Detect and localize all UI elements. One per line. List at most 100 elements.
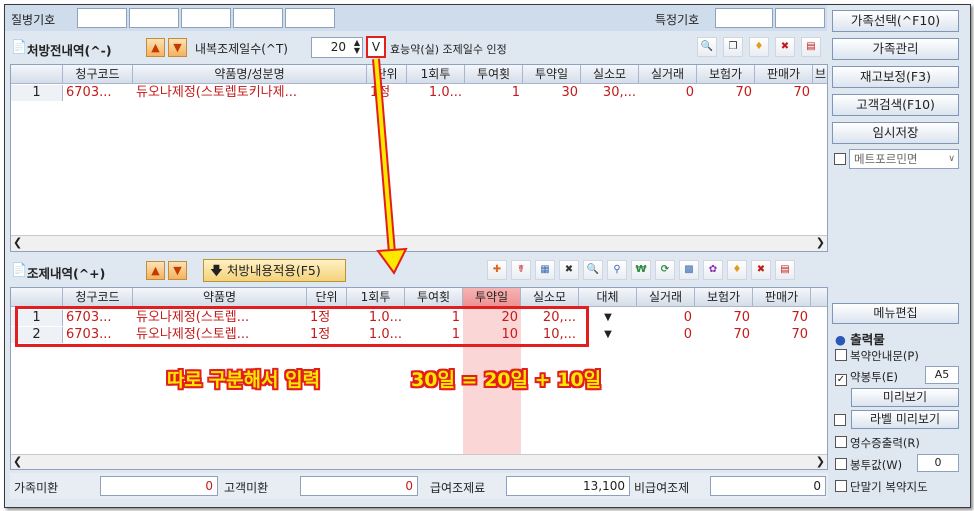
temp-save-button[interactable]: 임시저장 xyxy=(832,122,959,144)
move-down-button[interactable]: ▼ xyxy=(168,261,187,280)
disease-code-input-4[interactable] xyxy=(233,8,283,28)
envelope-fee-label: 봉투값(W) xyxy=(850,458,903,472)
pill-icon[interactable]: ✿ xyxy=(703,260,723,280)
col-header[interactable]: 보험가 xyxy=(697,65,755,84)
row-number-header xyxy=(11,288,63,307)
col-header[interactable]: 실소모 xyxy=(521,288,579,307)
cut-icon[interactable]: ✖ xyxy=(559,260,579,280)
stock-adjust-button[interactable]: 재고보정(F3) xyxy=(832,66,959,88)
search-drug-icon[interactable]: 🔍 xyxy=(697,37,717,57)
envelope-size-select[interactable]: A5 xyxy=(925,366,959,384)
disease-code-input-3[interactable] xyxy=(181,8,231,28)
chevron-down-icon: ∨ xyxy=(948,154,955,164)
menu-edit-button[interactable]: 메뉴편집 xyxy=(832,303,959,324)
preview-button[interactable]: 미리보기 xyxy=(851,388,959,407)
metformin-select[interactable]: 메트포르민면 ∨ xyxy=(849,149,959,169)
search-icon[interactable]: 🔍 xyxy=(583,260,603,280)
envelope-fee-input[interactable]: 0 xyxy=(917,454,959,472)
insurance-price: 70 xyxy=(733,327,750,342)
drug-info-icon[interactable]: ☤ xyxy=(511,260,531,280)
special-code-input-2[interactable] xyxy=(775,8,825,28)
print-guide-label: 복약안내문(P) xyxy=(850,349,919,363)
arrow-up-icon: ▲ xyxy=(151,264,160,277)
col-header[interactable]: 1회투 xyxy=(347,288,405,307)
metformin-checkbox[interactable] xyxy=(834,153,846,165)
scroll-left-icon[interactable]: ❮ xyxy=(13,236,22,249)
col-header-days[interactable]: 투약일 xyxy=(463,288,521,307)
col-header[interactable]: 1회투 xyxy=(407,65,465,84)
arrow-down-icon: 🡇 xyxy=(210,263,223,278)
family-manage-button[interactable]: 가족관리 xyxy=(832,38,959,60)
insurance-price: 70 xyxy=(733,310,750,325)
col-header[interactable]: 브 xyxy=(813,65,827,84)
delete-all-icon[interactable]: ▤ xyxy=(801,37,821,57)
checkbox[interactable] xyxy=(835,458,847,470)
col-header[interactable]: 판매가 xyxy=(753,288,811,307)
col-header[interactable]: 실거래 xyxy=(639,65,697,84)
checkbox[interactable] xyxy=(835,480,847,492)
terminal-guide-row[interactable]: 단말기 복약지도 xyxy=(835,479,928,495)
refresh-icon[interactable]: ⟳ xyxy=(655,260,675,280)
col-header[interactable]: 약품명/성분명 xyxy=(133,65,367,84)
print-guide-row[interactable]: 복약안내문(P) xyxy=(835,348,919,364)
checkbox[interactable] xyxy=(835,349,847,361)
col-header[interactable]: 투여횟 xyxy=(465,65,523,84)
search-drug-icon[interactable]: ⚲ xyxy=(607,260,627,280)
label-preview-checkbox[interactable] xyxy=(834,414,846,426)
move-up-button[interactable]: ▲ xyxy=(146,38,165,57)
copy-icon[interactable]: ❐ xyxy=(723,37,743,57)
eraser-icon[interactable]: ♦ xyxy=(749,37,769,57)
disease-code-input-5[interactable] xyxy=(285,8,335,28)
scroll-right-icon[interactable]: ❯ xyxy=(816,455,825,468)
apply-prescription-button[interactable]: 🡇 처방내용적용(F5) xyxy=(203,259,346,282)
customer-search-button[interactable]: 고객검색(F10) xyxy=(832,94,959,116)
terminal-guide-label: 단말기 복약지도 xyxy=(850,480,928,494)
checkbox-checked[interactable]: ✓ xyxy=(835,374,847,386)
col-header[interactable]: 단위 xyxy=(307,288,347,307)
receipt-print-row[interactable]: 영수증출력(R) xyxy=(835,435,920,451)
dispense-toolbar: ✚ ☤ ▦ ✖ 🔍 ⚲ ₩ ⟳ ▩ ✿ ♦ ✖ ▤ xyxy=(487,260,827,282)
col-header[interactable]: 실소모 xyxy=(581,65,639,84)
col-header[interactable]: 실거래 xyxy=(637,288,695,307)
eraser-icon[interactable]: ♦ xyxy=(727,260,747,280)
envelope-fee-row[interactable]: 봉투값(W) xyxy=(835,457,902,473)
table-row[interactable]: 1 6703... 듀오나제정(스토렙토키나제... 1정 1.0... 1 3… xyxy=(11,85,827,102)
internal-days-stepper[interactable]: 20 ▲ ▼ xyxy=(311,37,363,58)
special-code-input-1[interactable] xyxy=(715,8,773,28)
col-header[interactable]: 투약일 xyxy=(523,65,581,84)
print-icon[interactable]: ▩ xyxy=(679,260,699,280)
sale-price: 70 xyxy=(793,85,810,100)
col-header[interactable]: 보험가 xyxy=(695,288,753,307)
delete-all-icon[interactable]: ▤ xyxy=(775,260,795,280)
scroll-right-icon[interactable]: ❯ xyxy=(816,236,825,249)
envelope-row[interactable]: ✓ 약봉투(E) xyxy=(835,369,898,386)
drug-name: 듀오나제정(스토렙토키나제... xyxy=(136,85,297,100)
add-dur-icon[interactable]: ✚ xyxy=(487,260,507,280)
dose: 1.0... xyxy=(428,85,462,100)
scroll-left-icon[interactable]: ❮ xyxy=(13,455,22,468)
col-header[interactable]: 청구코드 xyxy=(63,288,133,307)
horizontal-scrollbar[interactable]: ❮ ❯ xyxy=(11,235,827,251)
delete-icon[interactable]: ✖ xyxy=(751,260,771,280)
move-up-button[interactable]: ▲ xyxy=(146,261,165,280)
delete-icon[interactable]: ✖ xyxy=(775,37,795,57)
pharmacy-window: 질병기호 특정기호 📄 처방전내역(^-) ▲ ▼ 내복조제일수(^T) 20 … xyxy=(4,4,971,508)
arrow-down-icon: ▼ xyxy=(173,41,182,54)
col-header[interactable]: 대체 xyxy=(579,288,637,307)
col-header[interactable]: 판매가 xyxy=(755,65,813,84)
price-icon[interactable]: ₩ xyxy=(631,260,651,280)
move-down-button[interactable]: ▼ xyxy=(168,38,187,57)
col-header[interactable]: 청구코드 xyxy=(63,65,133,84)
checkbox[interactable] xyxy=(835,436,847,448)
calculator-icon[interactable]: ▦ xyxy=(535,260,555,280)
col-header[interactable]: 약품명 xyxy=(133,288,307,307)
col-header[interactable]: 투여횟 xyxy=(405,288,463,307)
arrow-up-icon: ▲ xyxy=(151,41,160,54)
family-select-button[interactable]: 가족선택(^F10) xyxy=(832,10,959,32)
disease-code-input-2[interactable] xyxy=(129,8,179,28)
horizontal-scrollbar[interactable]: ❮ ❯ xyxy=(11,454,827,469)
customer-unpaid-label: 고객미환 xyxy=(224,481,269,495)
disease-code-input-1[interactable] xyxy=(77,8,127,28)
label-preview-button[interactable]: 라벨 미리보기 xyxy=(851,410,959,429)
sale-price: 70 xyxy=(791,310,808,325)
